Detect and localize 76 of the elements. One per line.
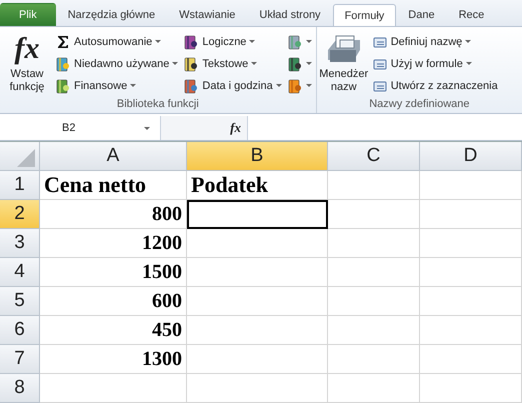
table-cell[interactable] bbox=[187, 374, 328, 403]
ribbon-button[interactable]: Użyj w formule bbox=[370, 54, 499, 73]
table-cell[interactable] bbox=[187, 258, 328, 287]
ribbon-button[interactable]: Niedawno używane bbox=[54, 54, 180, 73]
row-header[interactable]: 2 bbox=[0, 200, 40, 229]
ribbon-tab[interactable]: Formuły bbox=[332, 4, 396, 26]
column-header[interactable]: A bbox=[40, 142, 187, 171]
name-manager-button[interactable]: Menedżer nazw bbox=[320, 30, 368, 97]
table-cell[interactable] bbox=[187, 316, 328, 345]
table-cell[interactable] bbox=[328, 171, 420, 200]
table-cell[interactable] bbox=[328, 200, 420, 229]
table-cell[interactable] bbox=[187, 200, 328, 229]
column-header[interactable]: B bbox=[187, 142, 328, 171]
table-cell[interactable] bbox=[187, 229, 328, 258]
fx-icon: fx bbox=[14, 30, 40, 68]
book-icon bbox=[183, 34, 200, 50]
sigma-icon bbox=[55, 34, 71, 50]
group-label: Biblioteka funkcji bbox=[116, 97, 200, 112]
table-cell[interactable]: Cena netto bbox=[40, 171, 187, 200]
ribbon-button[interactable]: Autosumowanie bbox=[54, 32, 180, 51]
table-cell[interactable] bbox=[187, 345, 328, 374]
ribbon-button[interactable]: Tekstowe bbox=[182, 54, 283, 73]
table-cell[interactable] bbox=[328, 258, 420, 287]
caret-icon bbox=[144, 126, 150, 130]
table-cell[interactable] bbox=[420, 316, 522, 345]
ribbon-button[interactable]: Finansowe bbox=[54, 76, 180, 95]
ribbon-tab[interactable]: Układ strony bbox=[247, 3, 333, 26]
row-header[interactable]: 8 bbox=[0, 374, 40, 403]
table-cell[interactable] bbox=[328, 287, 420, 316]
table-cell[interactable]: Podatek bbox=[187, 171, 328, 200]
insert-function-icon[interactable]: fx bbox=[230, 120, 241, 136]
table-cell[interactable]: 800 bbox=[40, 200, 187, 229]
book-icon bbox=[286, 78, 303, 94]
table-cell[interactable] bbox=[420, 171, 522, 200]
table-cell[interactable]: 1500 bbox=[40, 258, 187, 287]
ribbon-tab[interactable]: Narzędzia główne bbox=[56, 3, 168, 26]
column-header[interactable]: D bbox=[420, 142, 522, 171]
book-icon bbox=[183, 56, 200, 72]
ribbon-button[interactable]: Data i godzina bbox=[182, 76, 283, 95]
table-cell[interactable] bbox=[420, 374, 522, 403]
table-cell[interactable] bbox=[328, 345, 420, 374]
table-cell[interactable]: 1300 bbox=[40, 345, 187, 374]
table-cell[interactable]: 1200 bbox=[40, 229, 187, 258]
table-cell[interactable] bbox=[187, 287, 328, 316]
table-cell[interactable] bbox=[328, 229, 420, 258]
book-icon bbox=[55, 56, 71, 72]
ribbon-tab[interactable]: Wstawianie bbox=[167, 3, 248, 26]
row-header[interactable]: 7 bbox=[0, 345, 40, 374]
ribbon-button[interactable]: Utwórz z zaznaczenia bbox=[370, 76, 499, 95]
book-icon bbox=[286, 56, 303, 72]
ribbon-button[interactable]: Logiczne bbox=[182, 32, 283, 51]
table-cell[interactable] bbox=[420, 287, 522, 316]
row-header[interactable]: 4 bbox=[0, 258, 40, 287]
book-icon bbox=[286, 34, 303, 50]
table-cell[interactable] bbox=[420, 345, 522, 374]
table-cell[interactable] bbox=[420, 200, 522, 229]
group-label: Nazwy zdefiniowane bbox=[368, 97, 470, 112]
book-icon bbox=[183, 78, 200, 94]
ribbon-tab[interactable]: Dane bbox=[396, 3, 447, 26]
row-header[interactable]: 6 bbox=[0, 316, 40, 345]
table-cell[interactable] bbox=[420, 258, 522, 287]
ribbon-button[interactable]: Definiuj nazwę bbox=[370, 32, 499, 51]
table-cell[interactable]: 600 bbox=[40, 287, 187, 316]
table-cell[interactable] bbox=[420, 229, 522, 258]
book-icon bbox=[55, 78, 71, 94]
row-header[interactable]: 5 bbox=[0, 287, 40, 316]
table-cell[interactable] bbox=[328, 316, 420, 345]
table-cell[interactable]: 450 bbox=[40, 316, 187, 345]
table-cell[interactable] bbox=[40, 374, 187, 403]
table-cell[interactable] bbox=[328, 374, 420, 403]
ribbon-tab[interactable]: Rece bbox=[446, 3, 496, 26]
row-header[interactable]: 1 bbox=[0, 171, 40, 200]
column-header[interactable]: C bbox=[328, 142, 420, 171]
row-header[interactable]: 3 bbox=[0, 229, 40, 258]
insert-function-button[interactable]: fx Wstaw funkcję bbox=[3, 30, 51, 97]
ribbon-tab[interactable]: Plik bbox=[0, 3, 56, 26]
